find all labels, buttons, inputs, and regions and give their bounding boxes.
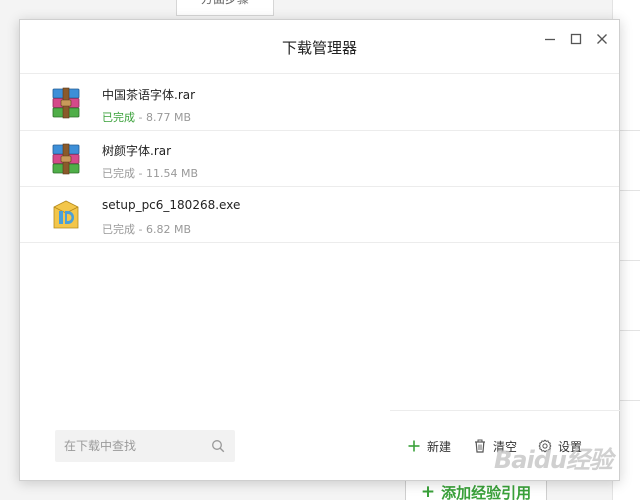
- status-separator: -: [138, 111, 146, 124]
- plus-icon: [408, 440, 420, 452]
- winrar-archive-icon: [52, 87, 80, 119]
- close-button[interactable]: [592, 30, 612, 48]
- plus-icon: +: [420, 482, 436, 500]
- file-name: 树颜字体.rar: [102, 144, 172, 158]
- download-item[interactable]: 中国茶语字体.rar 已完成 - 8.77 MB: [20, 75, 619, 131]
- status-text: 已完成: [102, 111, 135, 124]
- download-search-input[interactable]: [55, 430, 235, 462]
- file-name: setup_pc6_180268.exe: [102, 198, 241, 212]
- minimize-icon: [545, 38, 555, 41]
- maximize-icon: [570, 33, 582, 45]
- settings-label: 设置: [558, 439, 583, 454]
- file-size: 8.77 MB: [145, 111, 191, 124]
- file-name: 中国茶语字体.rar: [102, 88, 196, 102]
- status-text: 已完成: [102, 167, 135, 180]
- download-manager-dialog: 下载管理器 中国茶语字体.rar 已完成 - 8.77 MB 树颜字体.rar …: [19, 19, 620, 481]
- dialog-titlebar: 下载管理器: [20, 20, 619, 74]
- clear-list-button[interactable]: 清空: [473, 437, 517, 455]
- download-search-box: [55, 430, 235, 462]
- clear-list-label: 清空: [493, 439, 518, 454]
- winrar-archive-icon: [52, 143, 80, 175]
- new-download-button[interactable]: 新建: [407, 437, 451, 455]
- installer-exe-icon: [53, 200, 79, 229]
- dialog-title: 下载管理器: [281, 39, 357, 57]
- status-separator: -: [138, 223, 146, 236]
- background-tab: 方面步骤: [176, 0, 274, 16]
- gear-icon: [538, 439, 552, 453]
- download-item[interactable]: 树颜字体.rar 已完成 - 11.54 MB: [20, 131, 619, 187]
- add-experience-reference-button[interactable]: + 添加经验引用: [405, 478, 547, 500]
- file-size: 11.54 MB: [145, 167, 198, 180]
- footer-divider: [390, 410, 620, 411]
- settings-button[interactable]: 设置: [538, 437, 582, 455]
- trash-icon: [475, 439, 485, 453]
- new-download-label: 新建: [427, 439, 452, 454]
- file-size: 6.82 MB: [145, 223, 191, 236]
- file-status: 已完成 - 8.77 MB: [102, 109, 191, 125]
- file-status: 已完成 - 11.54 MB: [102, 165, 198, 181]
- close-icon: [597, 34, 607, 44]
- download-list: 中国茶语字体.rar 已完成 - 8.77 MB 树颜字体.rar 已完成 - …: [20, 75, 619, 243]
- minimize-button[interactable]: [540, 30, 560, 48]
- search-icon[interactable]: [211, 439, 225, 453]
- maximize-button[interactable]: [566, 30, 586, 48]
- add-experience-reference-label: 添加经验引用: [441, 483, 532, 500]
- status-text: 已完成: [102, 223, 135, 236]
- status-separator: -: [138, 167, 146, 180]
- file-status: 已完成 - 6.82 MB: [102, 221, 191, 237]
- download-item[interactable]: setup_pc6_180268.exe 已完成 - 6.82 MB: [20, 187, 619, 243]
